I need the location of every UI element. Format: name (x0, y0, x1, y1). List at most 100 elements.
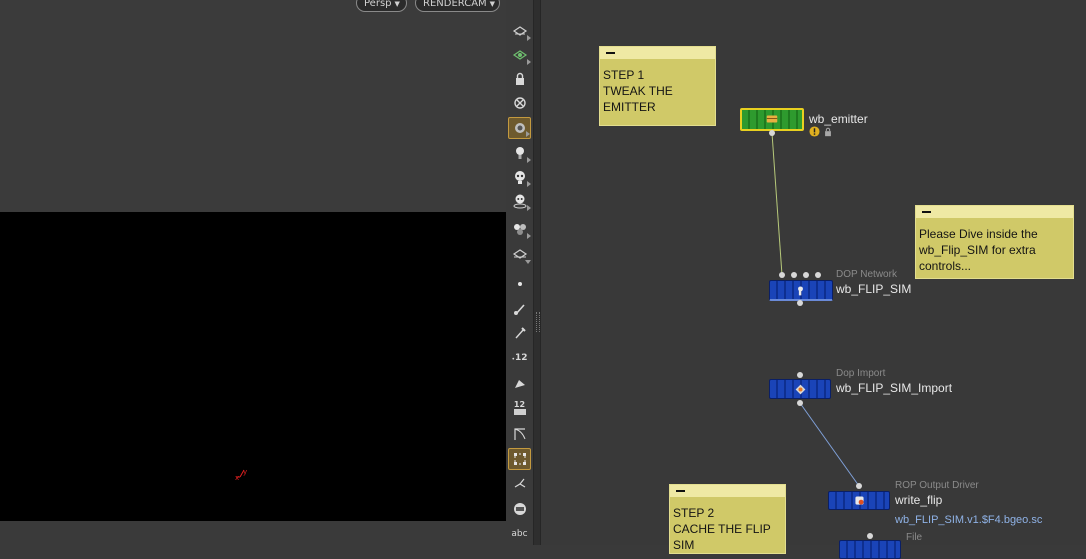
splitter-grip-icon (536, 312, 540, 332)
vertex-numbers-button[interactable]: 12 (508, 397, 531, 419)
sticky-note-step2[interactable]: STEP 2 CACHE THE FLIP SIM (669, 484, 786, 554)
wire-emitter-to-flip-sim (771, 132, 783, 276)
pen-button[interactable] (508, 322, 531, 344)
node-wb-emitter[interactable] (740, 108, 804, 131)
network-editor[interactable]: STEP 1 TWEAK THE EMITTER Please Dive ins… (541, 0, 1086, 559)
prim-display-button[interactable] (508, 373, 531, 395)
pen-icon (514, 327, 526, 339)
lock-icon (825, 127, 831, 137)
input-port[interactable] (856, 483, 862, 489)
input-port[interactable] (815, 272, 821, 278)
dop-network-icon (798, 286, 803, 296)
lights-button[interactable] (508, 142, 531, 164)
node-type-file: File (906, 532, 923, 543)
render-camera-menu[interactable]: RENDERCAM ▼ (415, 0, 500, 12)
sticky-note-text: Please Dive inside the wb_Flip_SIM for e… (919, 227, 1038, 273)
node-output-path: wb_FLIP_SIM.v1.$F4.bgeo.sc (895, 514, 1043, 526)
viewport-status-strip (0, 521, 506, 545)
node-name-write-flip: write_flip (895, 493, 943, 507)
normal-icon (514, 478, 525, 488)
vertex-number-icon: 12 (513, 400, 526, 415)
text-label-label: abc (511, 529, 528, 539)
prim-icon (514, 380, 525, 388)
wire-import-to-write-flip (799, 402, 860, 487)
brush-button[interactable] (508, 298, 531, 320)
output-port[interactable] (769, 130, 775, 136)
rop-output-icon (855, 496, 864, 505)
brush-icon (513, 304, 525, 315)
background-button[interactable] (508, 498, 531, 520)
lock-camera-button[interactable] (508, 68, 531, 90)
skull-light-button[interactable] (508, 166, 531, 188)
skull-handle-button[interactable] (508, 190, 531, 212)
input-port[interactable] (803, 272, 809, 278)
camera-view-menu[interactable]: Persp ▼ (356, 0, 407, 12)
display-options-toolbar: •12 12 abc (506, 0, 533, 545)
input-port[interactable] (791, 272, 797, 278)
text-label-icon: abc (511, 529, 527, 539)
object-node-icon (766, 115, 778, 123)
uv-icon (513, 428, 525, 440)
bounding-box-icon (513, 453, 526, 465)
minimize-icon[interactable] (922, 211, 931, 213)
minimize-icon[interactable] (676, 490, 685, 492)
chevron-down-icon: ▼ (489, 0, 496, 8)
dop-import-icon (795, 384, 806, 395)
lock-icon (515, 72, 524, 85)
visibility-eye-icon (512, 26, 527, 36)
axis-gizmo-icon: y x (235, 468, 247, 481)
sticky-note-step1[interactable]: STEP 1 TWEAK THE EMITTER (599, 46, 716, 126)
node-type-rop-output-driver: ROP Output Driver (895, 480, 979, 491)
visibility-button[interactable] (508, 20, 531, 42)
skull-handle-icon (513, 194, 526, 209)
output-port[interactable] (797, 400, 803, 406)
node-type-dop-network: DOP Network (836, 269, 897, 280)
camera-view-toggle[interactable] (508, 117, 531, 139)
background-icon (513, 503, 526, 515)
skull-light-icon (514, 171, 525, 184)
uv-button[interactable] (508, 423, 531, 445)
light-bulb-icon (515, 147, 524, 159)
ghost-display-icon (512, 50, 527, 60)
shading-button[interactable] (508, 218, 531, 240)
wireframe-button[interactable] (508, 243, 531, 265)
node-name-wb-flip-sim-import: wb_FLIP_SIM_Import (836, 381, 953, 395)
display-points-button[interactable] (508, 273, 531, 295)
pane-splitter[interactable] (533, 0, 541, 545)
node-write-flip[interactable] (828, 491, 890, 510)
ghost-display-button[interactable] (508, 44, 531, 66)
shading-icon (513, 224, 526, 235)
text-label-button[interactable]: abc (508, 523, 531, 545)
normals-button[interactable] (508, 473, 531, 495)
sticky-note-header[interactable] (600, 47, 715, 59)
node-name-wb-flip-sim: wb_FLIP_SIM (836, 282, 912, 296)
sticky-note-dive[interactable]: Please Dive inside the wb_Flip_SIM for e… (915, 205, 1074, 279)
point-numbers-label: 12 (515, 353, 528, 363)
point-numbers-button[interactable]: •12 (508, 347, 531, 369)
camera-view-label: Persp (364, 0, 392, 9)
ignore-button[interactable] (508, 92, 531, 114)
sticky-note-text: STEP 1 TWEAK THE EMITTER (603, 68, 673, 114)
output-port[interactable] (797, 300, 803, 306)
render-camera-canvas[interactable] (0, 212, 506, 521)
viewport-top-area[interactable] (0, 0, 506, 212)
sticky-note-header[interactable] (916, 206, 1073, 218)
warning-icon (809, 126, 820, 137)
minimize-icon[interactable] (606, 52, 615, 54)
input-port[interactable] (797, 372, 803, 378)
input-port[interactable] (779, 272, 785, 278)
node-wb-flip-sim[interactable] (769, 280, 833, 301)
scene-viewport[interactable]: Persp ▼ RENDERCAM ▼ y x (0, 0, 506, 545)
vertex-numbers-label: 12 (513, 400, 526, 409)
ignore-icon (513, 97, 526, 109)
bounding-box-toggle[interactable] (508, 448, 531, 470)
node-file[interactable] (839, 540, 901, 559)
svg-text:x: x (235, 474, 239, 481)
render-camera-label: RENDERCAM (423, 0, 487, 9)
node-type-dop-import: Dop Import (836, 368, 886, 379)
sticky-note-header[interactable] (670, 485, 785, 497)
input-port[interactable] (867, 533, 873, 539)
node-name-wb-emitter: wb_emitter (809, 112, 868, 126)
node-wb-flip-sim-import[interactable] (769, 379, 831, 399)
chevron-down-icon: ▼ (394, 0, 400, 8)
